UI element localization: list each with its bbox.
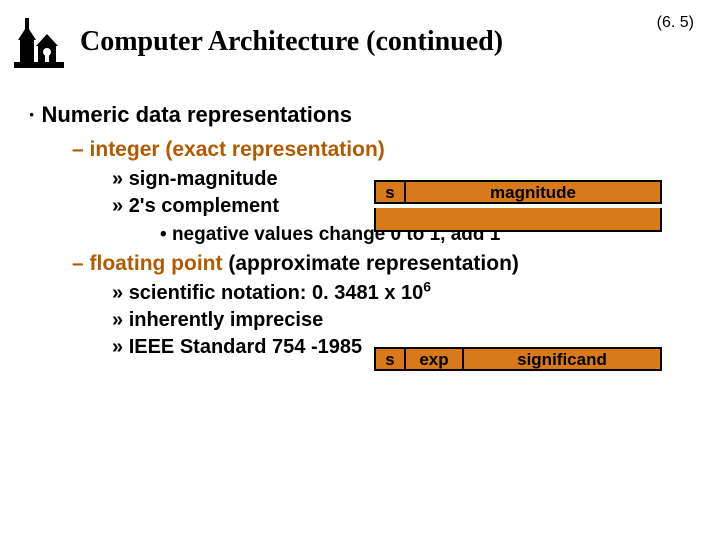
subhead-integer: – integer (exact representation) — [72, 136, 700, 164]
diagram-int-magnitude: magnitude — [406, 182, 660, 202]
heading-numeric: · Numeric data representations — [28, 100, 700, 130]
item-ieee-text: IEEE Standard 754 -1985 — [129, 336, 362, 358]
diagram-fp-significand: significand — [464, 349, 660, 369]
item-sign-magnitude-text: sign-magnitude — [129, 168, 278, 190]
chevron-icon: » — [112, 336, 123, 358]
dash-icon: – — [72, 252, 84, 275]
diagram-int-row2-cell — [376, 208, 660, 230]
diagram-fp-exp: exp — [406, 349, 464, 369]
subhead-floating-pre: floating point — [90, 252, 223, 275]
chevron-icon: » — [112, 195, 123, 217]
bullet-l4-icon: • — [160, 224, 167, 245]
heading-numeric-text: Numeric data representations — [41, 102, 352, 127]
bullet-l1-icon: · — [28, 102, 35, 127]
item-scientific-text: scientific notation: 0. 3481 x 10 — [129, 282, 424, 304]
subhead-floating-post: (approximate representation) — [223, 252, 519, 275]
item-twos-complement-text: 2's complement — [129, 195, 279, 217]
item-imprecise-text: inherently imprecise — [129, 309, 324, 331]
page-number: (6. 5) — [657, 14, 694, 32]
slide-title: Computer Architecture (continued) — [80, 26, 503, 58]
chevron-icon: » — [112, 168, 123, 190]
building-logo-icon — [14, 12, 64, 68]
diagram-fp-sign: s — [376, 349, 406, 369]
item-scientific-exp: 6 — [423, 278, 431, 294]
item-imprecise: » inherently imprecise — [112, 307, 700, 334]
item-scientific: » scientific notation: 0. 3481 x 106 — [112, 280, 700, 307]
diagram-float: s exp significand — [374, 347, 662, 371]
subhead-floating: – floating point (approximate representa… — [72, 250, 700, 278]
diagram-integer-row2 — [374, 208, 662, 232]
diagram-integer: s magnitude — [374, 180, 662, 204]
subhead-integer-text: integer (exact representation) — [90, 138, 385, 161]
diagram-int-sign: s — [376, 182, 406, 202]
chevron-icon: » — [112, 309, 123, 331]
chevron-icon: » — [112, 282, 123, 304]
dash-icon: – — [72, 138, 84, 161]
